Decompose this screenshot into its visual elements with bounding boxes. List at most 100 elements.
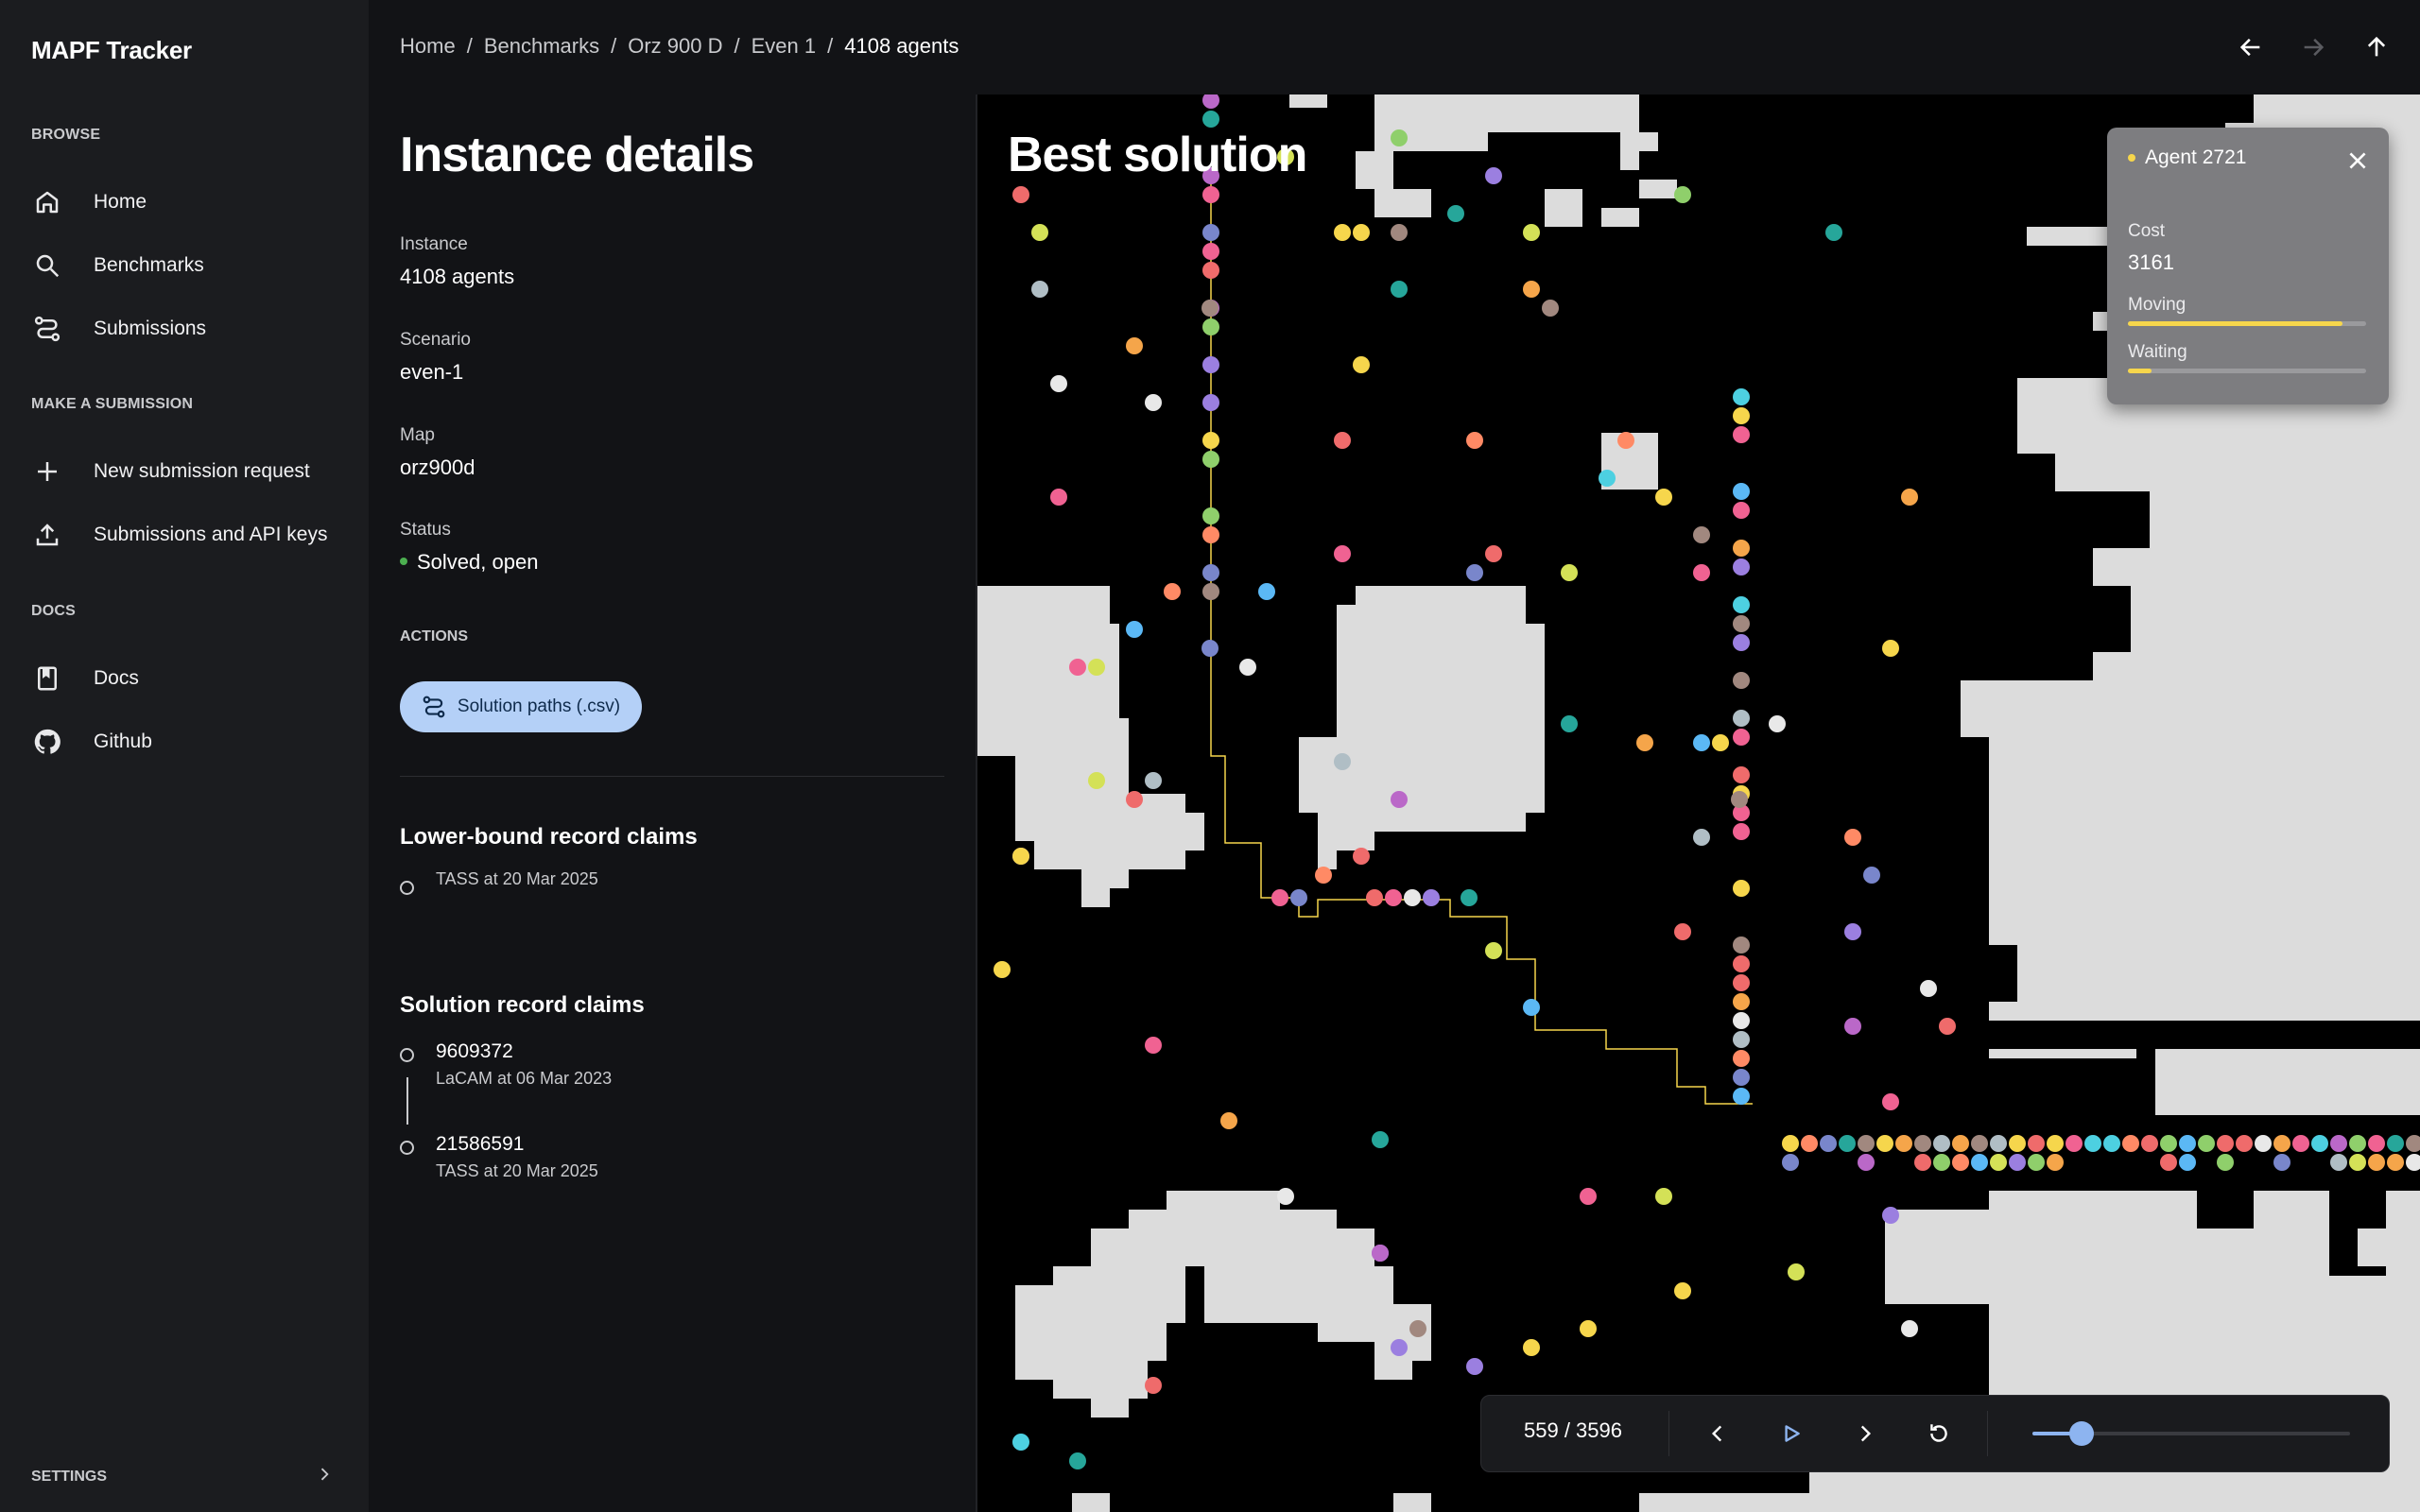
agent-marker[interactable]	[1353, 224, 1370, 241]
sidebar-item-new-submission[interactable]: New submission request	[31, 451, 310, 492]
agent-marker[interactable]	[1733, 634, 1750, 651]
agent-marker[interactable]	[2217, 1154, 2234, 1171]
sidebar-item-home[interactable]: Home	[31, 181, 147, 223]
agent-marker[interactable]	[1202, 526, 1219, 543]
agent-marker[interactable]	[1202, 432, 1219, 449]
agent-marker[interactable]	[1733, 936, 1750, 954]
agent-marker[interactable]	[1882, 640, 1899, 657]
agent-marker[interactable]	[1693, 564, 1710, 581]
agent-marker[interactable]	[1858, 1154, 1875, 1171]
agent-marker[interactable]	[1674, 923, 1691, 940]
agent-marker[interactable]	[1674, 186, 1691, 203]
agent-marker[interactable]	[1334, 545, 1351, 562]
agent-marker[interactable]	[1069, 659, 1086, 676]
agent-marker[interactable]	[1290, 889, 1307, 906]
agent-marker[interactable]	[1693, 526, 1710, 543]
agent-marker[interactable]	[1542, 300, 1559, 317]
agent-marker[interactable]	[1599, 470, 1616, 487]
agent-marker[interactable]	[1825, 224, 1842, 241]
agent-marker[interactable]	[2009, 1154, 2026, 1171]
agent-marker[interactable]	[1939, 1018, 1956, 1035]
agent-marker[interactable]	[1466, 1358, 1483, 1375]
agent-marker[interactable]	[1952, 1154, 1969, 1171]
breadcrumb-scenario[interactable]: Even 1	[752, 34, 817, 59]
agent-marker[interactable]	[2028, 1135, 2045, 1152]
agent-marker[interactable]	[1858, 1135, 1875, 1152]
up-button[interactable]	[2358, 28, 2395, 66]
agent-marker[interactable]	[1580, 1320, 1597, 1337]
agent-marker[interactable]	[2122, 1135, 2139, 1152]
agent-marker[interactable]	[1844, 829, 1861, 846]
agent-marker[interactable]	[1409, 1320, 1426, 1337]
agent-marker[interactable]	[1202, 394, 1219, 411]
agent-marker[interactable]	[1844, 923, 1861, 940]
agent-marker[interactable]	[1523, 224, 1540, 241]
agent-marker[interactable]	[1733, 1069, 1750, 1086]
agent-marker[interactable]	[1069, 1452, 1086, 1469]
agent-marker[interactable]	[2255, 1135, 2272, 1152]
agent-marker[interactable]	[1839, 1135, 1856, 1152]
agent-marker[interactable]	[1876, 1135, 1893, 1152]
agent-marker[interactable]	[1391, 224, 1408, 241]
agent-marker[interactable]	[1126, 791, 1143, 808]
forward-button[interactable]	[2294, 28, 2332, 66]
agent-marker[interactable]	[1145, 1377, 1162, 1394]
agent-marker[interactable]	[1202, 262, 1219, 279]
agent-marker[interactable]	[1466, 564, 1483, 581]
agent-marker[interactable]	[1733, 502, 1750, 519]
agent-marker[interactable]	[1733, 729, 1750, 746]
sidebar-item-docs[interactable]: Docs	[31, 658, 139, 699]
agent-marker[interactable]	[1733, 615, 1750, 632]
agent-marker[interactable]	[1334, 224, 1351, 241]
agent-marker[interactable]	[1145, 1037, 1162, 1054]
agent-marker[interactable]	[1580, 1188, 1597, 1205]
agent-marker[interactable]	[2179, 1135, 2196, 1152]
agent-marker[interactable]	[1315, 867, 1332, 884]
agent-marker[interactable]	[1901, 1320, 1918, 1337]
agent-marker[interactable]	[2179, 1154, 2196, 1171]
agent-marker[interactable]	[1145, 394, 1162, 411]
agent-marker[interactable]	[1366, 889, 1383, 906]
agent-marker[interactable]	[994, 961, 1011, 978]
agent-marker[interactable]	[1404, 889, 1421, 906]
agent-marker[interactable]	[1485, 545, 1502, 562]
agent-marker[interactable]	[1733, 880, 1750, 897]
agent-marker[interactable]	[2103, 1135, 2120, 1152]
agent-marker[interactable]	[1220, 1112, 1237, 1129]
agent-marker[interactable]	[1733, 974, 1750, 991]
agent-marker[interactable]	[1733, 596, 1750, 613]
slider-thumb[interactable]	[2069, 1421, 2095, 1446]
sidebar-item-benchmarks[interactable]: Benchmarks	[31, 245, 204, 286]
agent-marker[interactable]	[2160, 1135, 2177, 1152]
breadcrumb-map[interactable]: Orz 900 D	[628, 34, 722, 59]
agent-marker[interactable]	[2028, 1154, 2045, 1171]
agent-marker[interactable]	[1277, 1188, 1294, 1205]
back-button[interactable]	[2232, 28, 2270, 66]
agent-marker[interactable]	[1882, 1207, 1899, 1224]
agent-marker[interactable]	[2047, 1135, 2064, 1152]
agent-marker[interactable]	[1485, 167, 1502, 184]
agent-marker[interactable]	[1990, 1154, 2007, 1171]
agent-marker[interactable]	[1733, 1012, 1750, 1029]
agent-marker[interactable]	[2368, 1154, 2385, 1171]
agent-marker[interactable]	[1202, 507, 1219, 524]
agent-marker[interactable]	[2349, 1154, 2366, 1171]
agent-marker[interactable]	[2217, 1135, 2234, 1152]
agent-marker[interactable]	[1334, 432, 1351, 449]
agent-marker[interactable]	[1782, 1154, 1799, 1171]
agent-marker[interactable]	[1561, 564, 1578, 581]
agent-marker[interactable]	[2368, 1135, 2385, 1152]
agent-marker[interactable]	[2160, 1154, 2177, 1171]
agent-marker[interactable]	[1202, 186, 1219, 203]
agent-marker[interactable]	[1050, 489, 1067, 506]
agent-marker[interactable]	[1733, 558, 1750, 576]
agent-marker[interactable]	[1914, 1135, 1931, 1152]
agent-marker[interactable]	[1990, 1135, 2007, 1152]
agent-marker[interactable]	[1391, 1339, 1408, 1356]
agent-marker[interactable]	[1971, 1135, 1988, 1152]
sidebar-item-github[interactable]: Github	[31, 721, 152, 763]
agent-marker[interactable]	[1733, 1088, 1750, 1105]
agent-marker[interactable]	[1258, 583, 1275, 600]
agent-marker[interactable]	[1523, 999, 1540, 1016]
agent-marker[interactable]	[1461, 889, 1478, 906]
